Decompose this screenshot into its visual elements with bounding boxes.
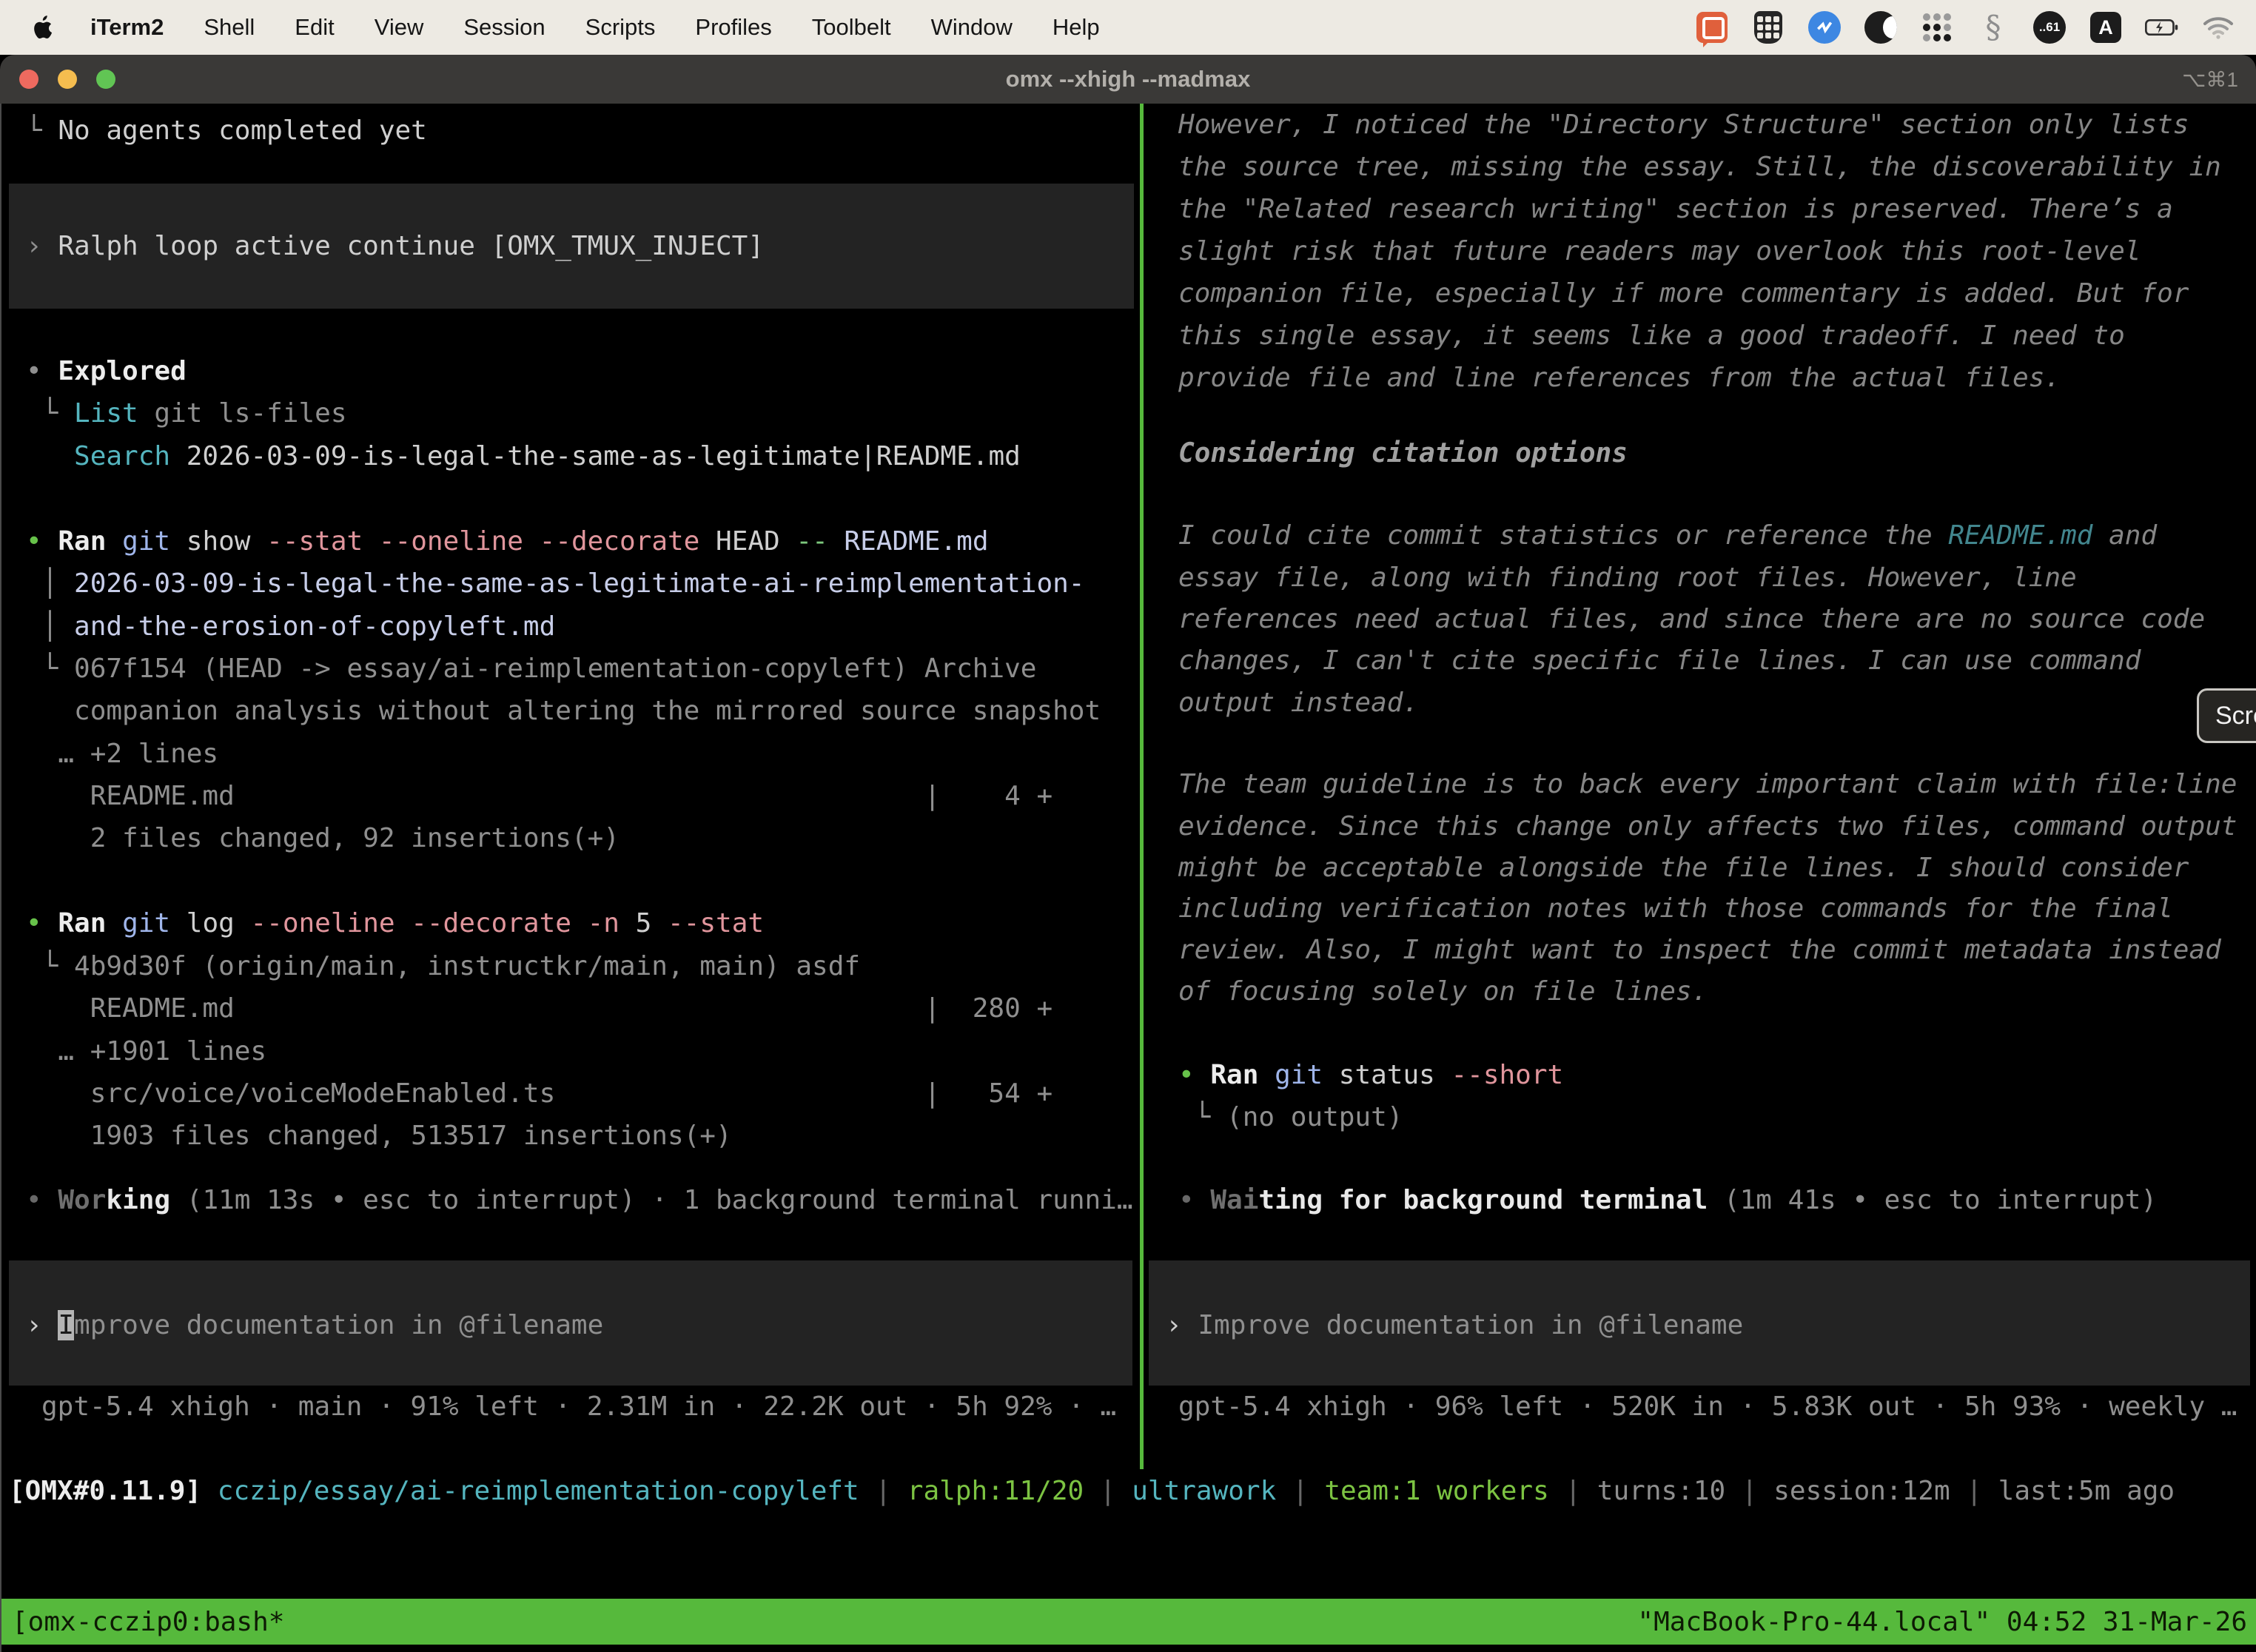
squiggle-icon[interactable]: § (1976, 10, 2010, 44)
terminal-line: Considering citation options (1178, 432, 1628, 474)
terminal-line: README.md | 4 + (26, 775, 1053, 817)
terminal-line: including verification notes with those … (1178, 887, 2173, 930)
pane-divider[interactable] (1140, 104, 1144, 1469)
terminal-line: slight risk that future readers may over… (1178, 230, 2141, 272)
terminal-line: The team guideline is to back every impo… (1178, 763, 2237, 805)
menu-bar: iTerm2 Shell Edit View Session Scripts P… (0, 0, 2256, 55)
shield-grid-icon[interactable] (1751, 10, 1785, 44)
terminal-line: › Ralph loop active continue [OMX_TMUX_I… (26, 225, 764, 267)
right-prompt-input[interactable]: › Improve documentation in @filename (1149, 1260, 2250, 1386)
battery-charging-icon[interactable] (2145, 10, 2179, 44)
menu-item-shell[interactable]: Shell (204, 14, 255, 41)
menu-item-view[interactable]: View (375, 14, 424, 41)
terminal-line: … +1901 lines (26, 1030, 266, 1072)
crescent-icon[interactable] (1864, 10, 1898, 44)
terminal-line: │ and-the-erosion-of-copyleft.md (26, 605, 555, 648)
terminal-line: However, I noticed the "Directory Struct… (1178, 104, 2189, 146)
terminal-line: the source tree, missing the essay. Stil… (1178, 146, 2221, 188)
traffic-lights (19, 70, 115, 89)
tmux-session-label: [omx-cczip0:bash* (12, 1607, 284, 1637)
terminal-line: • Explored (26, 350, 187, 392)
terminal-line: review. Also, I might want to inspect th… (1178, 929, 2221, 971)
terminal-line: essay file, along with finding root file… (1178, 557, 2077, 599)
tmux-status-bar: [omx-cczip0:bash* "MacBook-Pro-44.local"… (1, 1599, 2256, 1645)
terminal-line: └ No agents completed yet (26, 110, 427, 152)
apple-menu-icon[interactable] (31, 13, 56, 42)
menu-item-iterm2[interactable]: iTerm2 (90, 14, 164, 41)
menu-item-session[interactable]: Session (463, 14, 545, 41)
terminal-line: might be acceptable alongside the file l… (1178, 847, 2189, 889)
window-title: omx --xhigh --madmax (1006, 66, 1251, 93)
terminal-line: of focusing solely on file lines. (1178, 970, 1708, 1013)
terminal-line: • Ran git log --oneline --decorate -n 5 … (26, 902, 764, 944)
terminal-line: evidence. Since this change only affects… (1178, 805, 2237, 847)
input-source-a-icon[interactable]: A (2089, 10, 2123, 44)
close-button[interactable] (19, 70, 38, 89)
queued-message-box: › Ralph loop active continue [OMX_TMUX_I… (9, 184, 1134, 309)
terminal-line: this single essay, it seems like a good … (1178, 315, 2125, 357)
terminal-window: omx --xhigh --madmax ⌥⌘1 └ No agents com… (0, 55, 2256, 1652)
terminal-line: changes, I can't cite specific file line… (1178, 639, 2141, 682)
menu-item-scripts[interactable]: Scripts (585, 14, 656, 41)
menu-item-window[interactable]: Window (931, 14, 1013, 41)
terminal-line: companion file, especially if more comme… (1178, 272, 2189, 315)
blue-badge-icon[interactable] (1807, 10, 1842, 44)
terminal-line: • Ran git show --stat --oneline --decora… (26, 520, 989, 563)
left-prompt-input[interactable]: › Improve documentation in @filename (9, 1260, 1132, 1386)
terminal-line: src/voice/voiceModeEnabled.ts | 54 + (26, 1072, 1053, 1115)
terminal-line: 1903 files changed, 513517 insertions(+) (26, 1115, 732, 1157)
terminal-line: • Ran git status --short (1178, 1054, 1563, 1096)
terminal-line: › Improve documentation in @filename (26, 1304, 603, 1346)
badge-61-icon[interactable]: ..61 (2032, 10, 2067, 44)
terminal-line: output instead. (1178, 682, 1419, 724)
terminal-line: I could cite commit statistics or refere… (1178, 514, 2157, 557)
terminal-content: └ No agents completed yet • Explored └ Li… (0, 104, 2256, 1652)
terminal-line: └ (no output) (1178, 1096, 1403, 1138)
menu-item-help[interactable]: Help (1053, 14, 1100, 41)
terminal-line: 2 files changed, 92 insertions(+) (26, 817, 620, 859)
dots-grid-icon[interactable] (1920, 10, 1954, 44)
terminal-line: references need actual files, and since … (1178, 598, 2205, 640)
wifi-icon[interactable] (2201, 10, 2235, 44)
terminal-line: … +2 lines (26, 733, 218, 775)
window-shortcut-badge: ⌥⌘1 (2182, 67, 2238, 92)
zoom-button[interactable] (96, 70, 115, 89)
title-bar[interactable]: omx --xhigh --madmax ⌥⌘1 (0, 55, 2256, 104)
terminal-line: README.md | 280 + (26, 987, 1053, 1030)
terminal-line: the "Related research writing" section i… (1178, 188, 2173, 230)
menu-item-edit[interactable]: Edit (295, 14, 334, 41)
terminal-line: • Waiting for background terminal (1m 41… (1178, 1179, 2157, 1221)
terminal-line: gpt-5.4 xhigh · 96% left · 520K in · 5.8… (1178, 1386, 2237, 1428)
menu-item-toolbelt[interactable]: Toolbelt (812, 14, 891, 41)
screen-share-overlay-button[interactable]: Scre (2197, 688, 2256, 743)
terminal-line: Search 2026-03-09-is-legal-the-same-as-l… (26, 435, 1021, 477)
terminal-line: provide file and line references from th… (1178, 357, 2061, 399)
orange-chat-icon[interactable] (1695, 10, 1729, 44)
terminal-line: › Improve documentation in @filename (1166, 1304, 1743, 1346)
menu-item-profiles[interactable]: Profiles (695, 14, 771, 41)
menu-status-icons: § ..61 A (1695, 10, 2235, 44)
terminal-line: │ 2026-03-09-is-legal-the-same-as-legiti… (26, 563, 1084, 605)
terminal-line: └ 067f154 (HEAD -> essay/ai-reimplementa… (26, 648, 1036, 690)
terminal-line: • Working (11m 13s • esc to interrupt) ·… (26, 1179, 1133, 1221)
screen-share-overlay-label: Scre (2215, 702, 2256, 731)
terminal-line: └ 4b9d30f (origin/main, instructkr/main,… (26, 945, 860, 987)
terminal-line: companion analysis without altering the … (26, 690, 1101, 732)
minimize-button[interactable] (58, 70, 77, 89)
tmux-host-clock-label: "MacBook-Pro-44.local" 04:52 31-Mar-26 (1637, 1607, 2247, 1637)
terminal-line: gpt-5.4 xhigh · main · 91% left · 2.31M … (41, 1386, 1116, 1428)
terminal-line: └ List git ls-files (26, 392, 347, 434)
